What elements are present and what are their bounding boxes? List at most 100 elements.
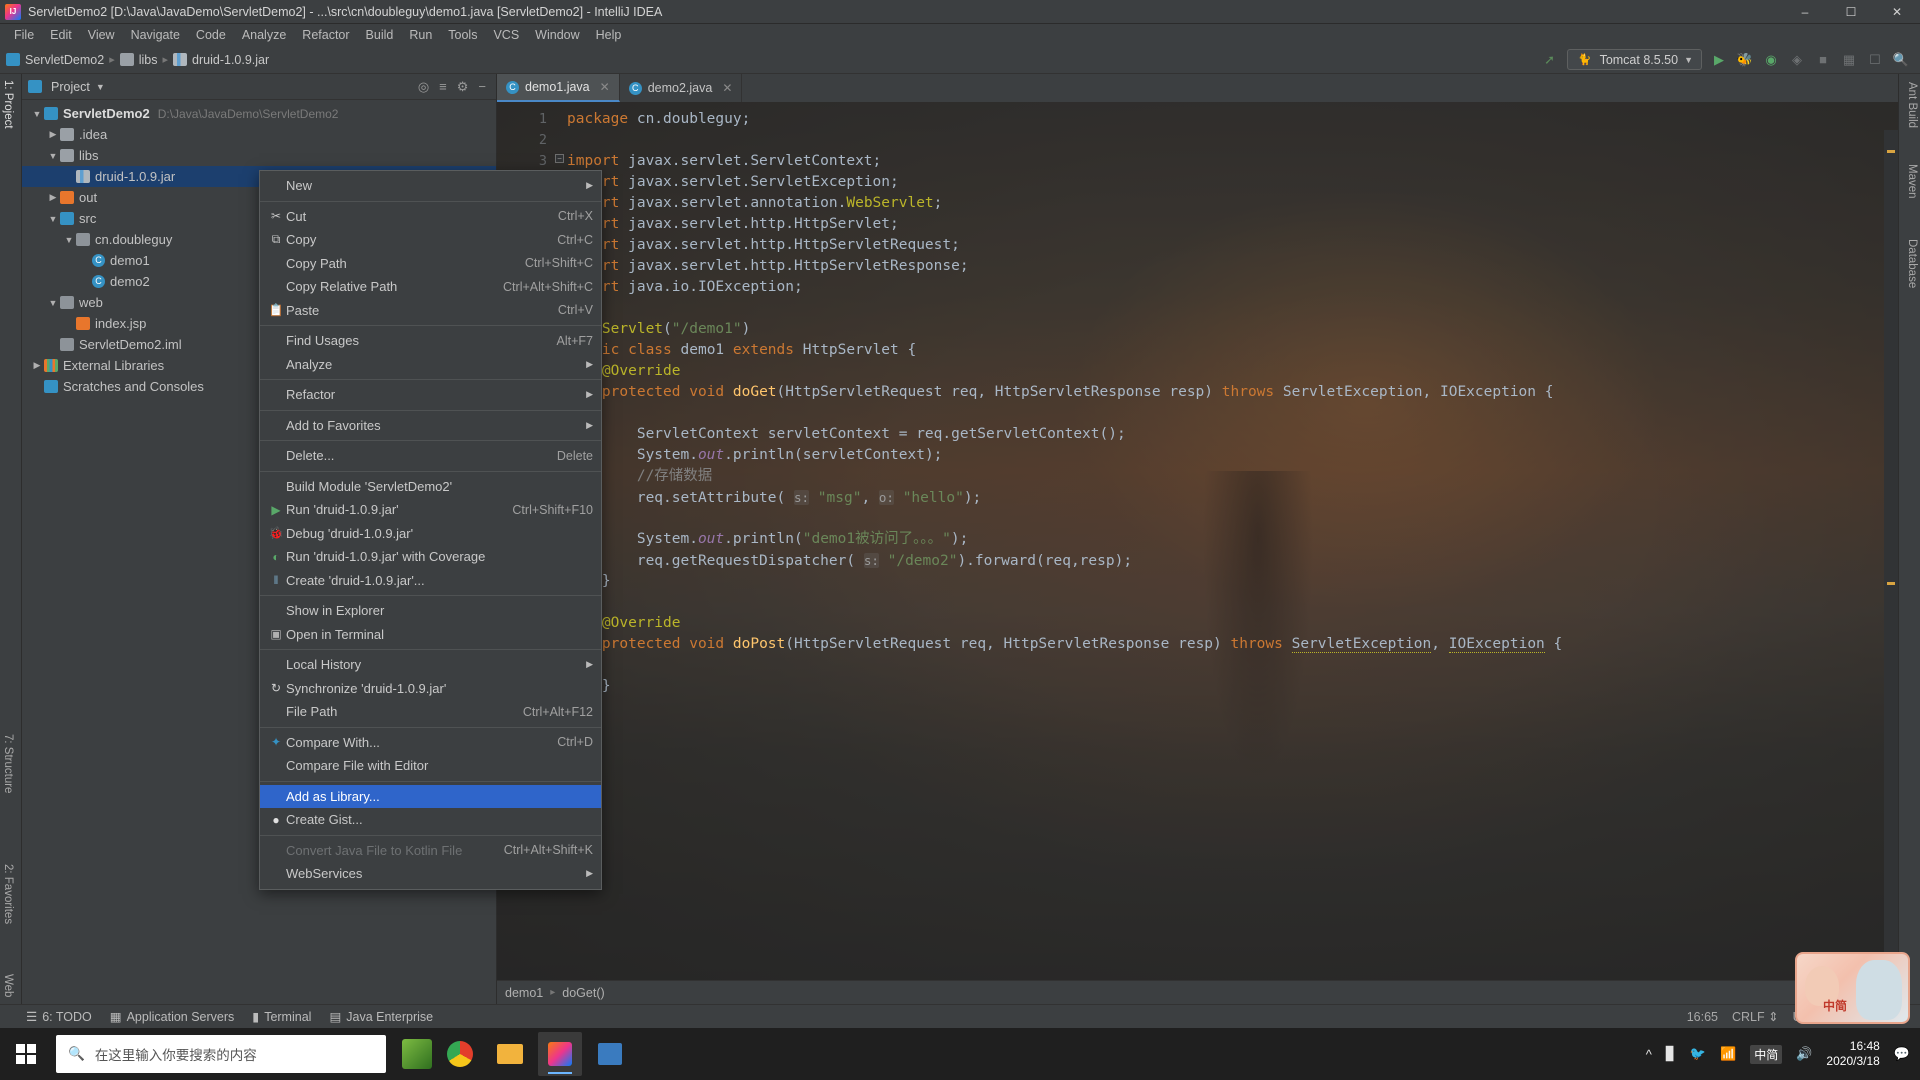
context-menu-item-paste[interactable]: 📋 Paste Ctrl+V — [260, 299, 601, 323]
breadcrumb-jar[interactable]: druid-1.0.9.jar — [173, 53, 269, 67]
chevron-down-icon[interactable]: ▼ — [46, 214, 60, 224]
context-menu-item-run-druid-1-0-9-jar[interactable]: ▶ Run 'druid-1.0.9.jar' Ctrl+Shift+F10 — [260, 498, 601, 522]
show-hidden-icons-icon[interactable]: ^ — [1646, 1047, 1652, 1062]
stop-button[interactable]: ■ — [1814, 51, 1832, 69]
context-menu-item-cut[interactable]: ✂ Cut Ctrl+X — [260, 205, 601, 229]
profile-button[interactable]: ◈ — [1788, 51, 1806, 69]
sidebar-item-favorites[interactable]: 2: Favorites — [2, 864, 14, 924]
expand-collapse-icon[interactable]: ≡ — [439, 79, 447, 94]
gear-icon[interactable]: ⚙ — [457, 79, 469, 95]
context-menu-item-compare-with[interactable]: ✦ Compare With... Ctrl+D — [260, 731, 601, 755]
chevron-right-icon[interactable]: ▶ — [46, 192, 60, 203]
context-menu-item-find-usages[interactable]: Find Usages Alt+F7 — [260, 329, 601, 353]
settings-button[interactable]: ☐ — [1866, 51, 1884, 69]
editor-tab-demo1-java[interactable]: Cdemo1.java ✕ — [497, 74, 620, 102]
start-button[interactable] — [0, 1028, 52, 1080]
code-text[interactable]: package cn.doubleguy; import javax.servl… — [567, 109, 1898, 697]
fold-minus-icon[interactable]: − — [555, 154, 564, 163]
context-menu-item-compare-file-with-editor[interactable]: Compare File with Editor — [260, 754, 601, 778]
context-menu-item-copy[interactable]: ⧉ Copy Ctrl+C — [260, 228, 601, 252]
chevron-down-icon[interactable]: ▼ — [62, 235, 76, 245]
minimize-button[interactable]: – — [1782, 0, 1828, 24]
context-menu-item-webservices[interactable]: WebServices ▶ — [260, 862, 601, 886]
maximize-button[interactable]: ☐ — [1828, 0, 1874, 24]
menu-code[interactable]: Code — [188, 26, 234, 44]
update-project-icon[interactable]: ➚ — [1541, 51, 1559, 69]
taskbar-app-chrome[interactable] — [438, 1032, 482, 1076]
locate-icon[interactable]: ◎ — [418, 79, 429, 95]
chevron-down-icon[interactable]: ▼ — [96, 82, 105, 92]
context-menu-item-open-in-terminal[interactable]: ▣ Open in Terminal — [260, 623, 601, 647]
breadcrumb-libs[interactable]: libs — [119, 53, 158, 67]
battery-icon[interactable]: ▊ — [1666, 1046, 1676, 1062]
run-configuration-selector[interactable]: 🐈 Tomcat 8.5.50 ▼ — [1566, 49, 1702, 70]
sidebar-item-web[interactable]: Web — [2, 974, 14, 997]
breadcrumb-project[interactable]: ServletDemo2 — [6, 53, 104, 67]
qq-icon[interactable]: 🐦 — [1690, 1046, 1706, 1062]
caret-position[interactable]: 16:65 — [1687, 1010, 1718, 1024]
chevron-down-icon[interactable]: ▼ — [46, 298, 60, 308]
context-menu-item-file-path[interactable]: File Path Ctrl+Alt+F12 — [260, 700, 601, 724]
code-editor[interactable]: 1 2 3 − package cn.doubleguy; import javax… — [497, 102, 1898, 1004]
sidebar-item-ant-build[interactable]: Ant Build — [1906, 82, 1918, 128]
close-icon[interactable]: ✕ — [600, 80, 610, 94]
debug-button[interactable]: 🐝 — [1736, 51, 1754, 69]
context-menu-item-add-as-library[interactable]: Add as Library... — [260, 784, 601, 808]
run-with-coverage-button[interactable]: ◉ — [1762, 51, 1780, 69]
bottom-tab-todo[interactable]: ☰ 6: TODO — [26, 1009, 92, 1025]
project-structure-button[interactable]: ▦ — [1840, 51, 1858, 69]
chevron-down-icon[interactable]: ▼ — [46, 151, 60, 161]
taskbar-app-explorer-green[interactable] — [402, 1039, 432, 1069]
sidebar-item-structure[interactable]: 7: Structure — [2, 734, 14, 793]
context-menu-item-create-gist[interactable]: ● Create Gist... — [260, 808, 601, 832]
ime-indicator[interactable]: 中简 — [1750, 1044, 1783, 1064]
line-separator[interactable]: CRLF ⇕ — [1732, 1009, 1779, 1024]
context-menu-item-copy-relative-path[interactable]: Copy Relative Path Ctrl+Alt+Shift+C — [260, 275, 601, 299]
context-menu-item-refactor[interactable]: Refactor ▶ — [260, 383, 601, 407]
bottom-tab-terminal[interactable]: ▮ Terminal — [252, 1009, 311, 1025]
tree-node-servletdemo2[interactable]: ▼ ServletDemo2 D:\Java\JavaDemo\ServletDem… — [22, 103, 496, 124]
context-menu-item-local-history[interactable]: Local History ▶ — [260, 653, 601, 677]
context-menu[interactable]: New ▶ ✂ Cut Ctrl+X ⧉ Copy Ctrl+C Copy Path Ctrl+S… — [259, 170, 602, 890]
menu-window[interactable]: Window — [527, 26, 587, 44]
context-menu-item-analyze[interactable]: Analyze ▶ — [260, 353, 601, 377]
chevron-right-icon[interactable]: ▶ — [46, 129, 60, 140]
close-button[interactable]: ✕ — [1874, 0, 1920, 24]
context-menu-item-new[interactable]: New ▶ — [260, 174, 601, 198]
context-menu-item-add-to-favorites[interactable]: Add to Favorites ▶ — [260, 414, 601, 438]
context-menu-item-delete[interactable]: Delete... Delete — [260, 444, 601, 468]
taskbar-app-other[interactable] — [588, 1032, 632, 1076]
context-menu-item-show-in-explorer[interactable]: Show in Explorer — [260, 599, 601, 623]
taskbar-app-intellij[interactable] — [538, 1032, 582, 1076]
tree-node--idea[interactable]: ▶ .idea — [22, 124, 496, 145]
menu-file[interactable]: File — [6, 26, 42, 44]
menu-tools[interactable]: Tools — [440, 26, 485, 44]
menu-view[interactable]: View — [80, 26, 123, 44]
sidebar-item-maven[interactable]: Maven — [1906, 164, 1918, 199]
taskbar-clock[interactable]: 16:48 2020/3/18 — [1826, 1039, 1879, 1069]
context-menu-item-copy-path[interactable]: Copy Path Ctrl+Shift+C — [260, 252, 601, 276]
notification-center-icon[interactable]: 💬 — [1894, 1046, 1910, 1062]
context-menu-item-create-druid-1-0-9-jar[interactable]: ‖ Create 'druid-1.0.9.jar'... — [260, 569, 601, 593]
context-menu-item-run-druid-1-0-9-jar-with-coverage[interactable]: ◐ Run 'druid-1.0.9.jar' with Coverage — [260, 545, 601, 569]
chevron-right-icon[interactable]: ▶ — [30, 360, 44, 371]
bottom-tab-application-servers[interactable]: ▦ Application Servers — [110, 1009, 235, 1025]
breadcrumb-class[interactable]: demo1 — [505, 986, 543, 1000]
taskbar-search-input[interactable]: 🔍 在这里输入你要搜索的内容 — [56, 1035, 386, 1073]
taskbar-app-file-explorer[interactable] — [488, 1032, 532, 1076]
menu-build[interactable]: Build — [358, 26, 402, 44]
network-icon[interactable]: 📶 — [1720, 1046, 1736, 1062]
bottom-tab-java-enterprise[interactable]: ▤ Java Enterprise — [329, 1009, 433, 1025]
editor-scrollbar[interactable] — [1884, 130, 1898, 1004]
search-icon[interactable]: 🔍 — [1892, 51, 1910, 69]
menu-help[interactable]: Help — [588, 26, 630, 44]
sidebar-item-database[interactable]: Database — [1906, 239, 1918, 288]
hide-icon[interactable]: − — [478, 79, 486, 94]
menu-vcs[interactable]: VCS — [485, 26, 527, 44]
run-button[interactable]: ▶ — [1710, 51, 1728, 69]
context-menu-item-debug-druid-1-0-9-jar[interactable]: 🐞 Debug 'druid-1.0.9.jar' — [260, 522, 601, 546]
tree-node-libs[interactable]: ▼ libs — [22, 145, 496, 166]
editor-tab-demo2-java[interactable]: Cdemo2.java ✕ — [620, 74, 743, 102]
menu-navigate[interactable]: Navigate — [123, 26, 188, 44]
context-menu-item-synchronize-druid-1-0-9-jar[interactable]: ↻ Synchronize 'druid-1.0.9.jar' — [260, 677, 601, 701]
